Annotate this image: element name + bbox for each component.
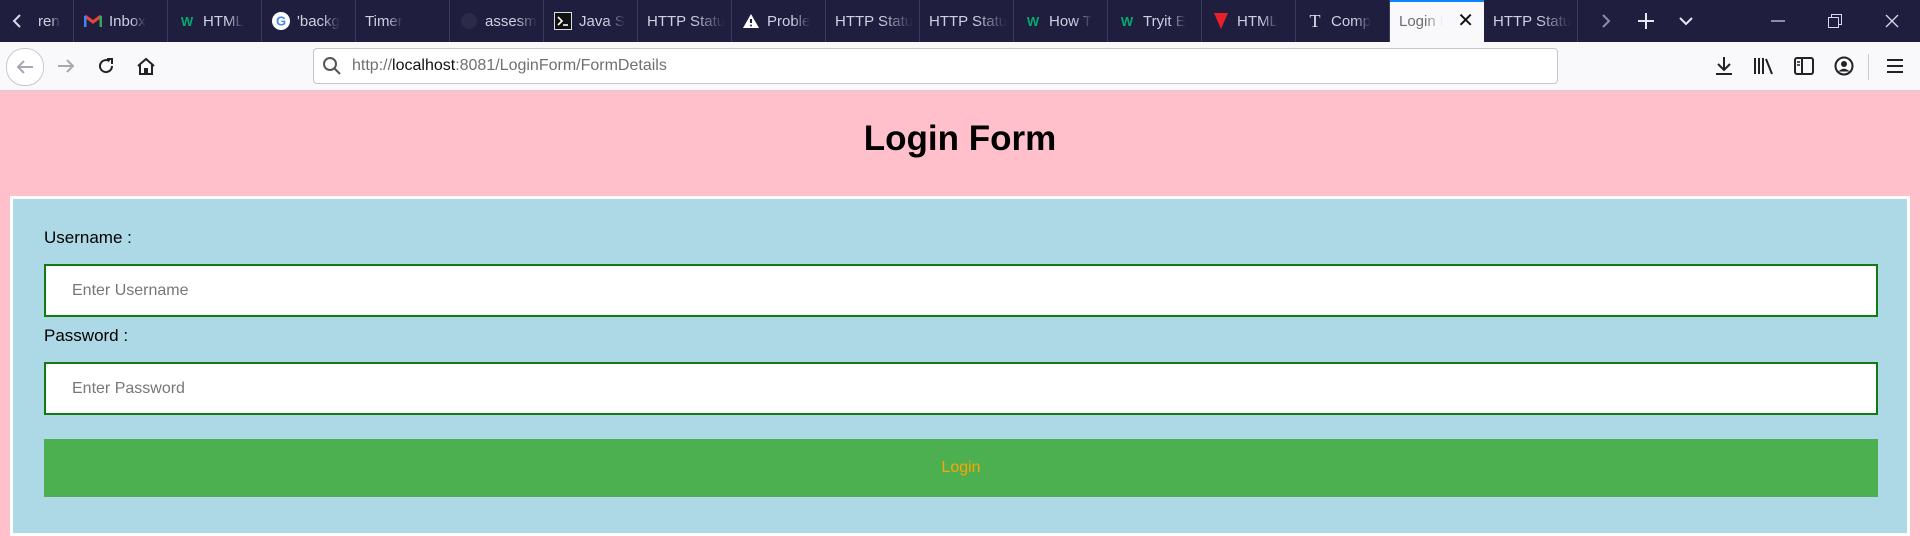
- tabs-scroll-right-button[interactable]: [1586, 0, 1626, 42]
- tab[interactable]: HTTP Statu: [638, 0, 732, 42]
- plus-icon: [1638, 13, 1654, 29]
- tab[interactable]: W Tryit E: [1108, 0, 1202, 42]
- tab-tools: [1586, 0, 1706, 42]
- address-bar[interactable]: http://localhost:8081/LoginForm/FormDeta…: [313, 48, 1558, 84]
- downloads-button[interactable]: [1705, 48, 1743, 84]
- tab[interactable]: Inbox: [74, 0, 168, 42]
- warning-icon: [741, 11, 761, 31]
- hamburger-menu-icon: [1887, 59, 1903, 73]
- back-button[interactable]: [6, 48, 44, 86]
- forward-button[interactable]: [48, 48, 84, 84]
- tab[interactable]: Proble: [732, 0, 826, 42]
- url-path: :8081/LoginForm/FormDetails: [455, 57, 667, 74]
- tab-label: HTTP Statu: [1493, 12, 1572, 30]
- tab[interactable]: Timer: [356, 0, 450, 42]
- tab[interactable]: HTTP Statu: [1484, 0, 1578, 42]
- github-icon: [459, 11, 479, 31]
- tab-label: How T: [1049, 12, 1093, 30]
- navigation-toolbar: http://localhost:8081/LoginForm/FormDeta…: [0, 42, 1920, 91]
- home-icon: [137, 57, 155, 75]
- tab[interactable]: assesm: [450, 0, 544, 42]
- tab[interactable]: G 'backg: [262, 0, 356, 42]
- list-all-tabs-button[interactable]: [1666, 0, 1706, 42]
- tab-label: HTML: [203, 12, 244, 30]
- tab-label: HTTP Statu: [647, 12, 726, 30]
- reload-button[interactable]: [88, 48, 124, 84]
- download-icon: [1716, 57, 1732, 75]
- w3schools-icon: W: [1120, 13, 1134, 29]
- toolbar-separator: [1868, 54, 1869, 80]
- tab[interactable]: W HTML: [168, 0, 262, 42]
- tab-label: assesm: [485, 12, 537, 30]
- tab-label: HTTP Statu: [929, 12, 1008, 30]
- tab[interactable]: T Comp: [1296, 0, 1390, 42]
- minimize-button[interactable]: [1749, 0, 1806, 42]
- chevron-left-icon: [12, 14, 21, 28]
- tab[interactable]: W How T: [1014, 0, 1108, 42]
- w3schools-icon: W: [180, 13, 194, 29]
- url-text: http://localhost:8081/LoginForm/FormDeta…: [352, 57, 667, 75]
- close-icon: [1885, 14, 1898, 28]
- tab[interactable]: HTML: [1202, 0, 1296, 42]
- arrow-left-icon: [16, 60, 33, 74]
- restore-icon: [1827, 14, 1842, 28]
- tab-label: Tryit E: [1143, 12, 1186, 30]
- search-icon: [322, 56, 342, 76]
- account-icon: [1834, 56, 1854, 76]
- login-form: Username : Enter Username Password : Ent…: [10, 196, 1910, 536]
- sidebar-button[interactable]: [1785, 48, 1823, 84]
- username-input[interactable]: Enter Username: [44, 264, 1878, 317]
- tab-strip: ren Inbox W HTML G 'backg Timer assesm J…: [34, 0, 1578, 42]
- gmail-icon: [83, 11, 103, 31]
- arrow-right-icon: [58, 59, 75, 73]
- window-controls: [1749, 0, 1920, 42]
- page-content: Login Form Username : Enter Username Pas…: [0, 91, 1920, 536]
- tab[interactable]: HTTP Statu: [826, 0, 920, 42]
- tab-label: Proble: [767, 12, 811, 30]
- tab[interactable]: ren: [34, 0, 74, 42]
- tab-label: ren: [38, 12, 60, 30]
- tab[interactable]: HTTP Statu: [920, 0, 1014, 42]
- google-icon: G: [271, 11, 291, 31]
- tab-label: Timer: [365, 12, 403, 30]
- tab-label: Inbox: [109, 12, 146, 30]
- url-host: localhost: [392, 57, 456, 74]
- tab-bar: ren Inbox W HTML G 'backg Timer assesm J…: [0, 0, 1920, 42]
- sidebar-icon: [1794, 57, 1814, 75]
- library-icon: [1754, 58, 1773, 75]
- tab-label: Login F: [1399, 12, 1443, 30]
- account-button[interactable]: [1825, 48, 1863, 84]
- tab-label: Java S: [579, 12, 625, 30]
- svg-text:G: G: [276, 14, 286, 29]
- login-button[interactable]: Login: [44, 439, 1878, 497]
- tab-active[interactable]: Login F ✕: [1390, 0, 1484, 42]
- tab-label: 'backg: [297, 12, 340, 30]
- password-input[interactable]: Enter Password: [44, 362, 1878, 415]
- url-scheme: http://: [352, 57, 393, 74]
- reload-icon: [99, 58, 114, 74]
- w3schools-icon: W: [1026, 13, 1040, 29]
- password-label: Password :: [44, 326, 129, 345]
- tab-label: Comp: [1331, 12, 1372, 30]
- tutorialspoint-icon: [1211, 11, 1231, 31]
- username-label: Username :: [44, 228, 132, 247]
- menu-button[interactable]: [1876, 48, 1914, 84]
- close-window-button[interactable]: [1863, 0, 1920, 42]
- terminal-icon: [553, 11, 573, 31]
- home-button[interactable]: [128, 48, 164, 84]
- text-t-icon: T: [1309, 10, 1321, 31]
- new-tab-button[interactable]: [1626, 0, 1666, 42]
- library-button[interactable]: [1745, 48, 1783, 84]
- page-title: Login Form: [863, 119, 1057, 158]
- tabs-scroll-left-button[interactable]: [0, 0, 34, 42]
- tab-label: HTTP Statu: [835, 12, 914, 30]
- close-tab-icon[interactable]: ✕: [1457, 11, 1474, 31]
- restore-button[interactable]: [1806, 0, 1863, 42]
- tab-label: HTML: [1237, 12, 1278, 30]
- minimize-icon: [1770, 20, 1785, 22]
- chevron-right-icon: [1602, 14, 1611, 28]
- tab[interactable]: Java S: [544, 0, 638, 42]
- chevron-down-icon: [1679, 17, 1693, 26]
